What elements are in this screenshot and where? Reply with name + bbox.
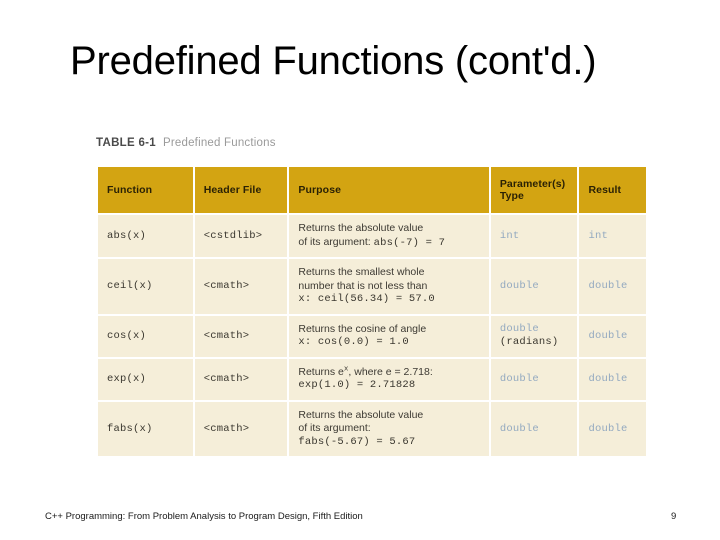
- column-header-result: Result: [579, 167, 646, 213]
- table-row: cos(x) <cmath> Returns the cosine of ang…: [98, 315, 646, 357]
- result-type-value: double: [588, 280, 628, 292]
- cell-parameter-type: int: [490, 215, 578, 257]
- purpose-text-fragment: , where e = 2.718:: [348, 365, 433, 378]
- purpose-text-fragment: Returns e: [298, 365, 344, 378]
- cell-parameter-type: double: [490, 358, 578, 400]
- header-file-name: <cmath>: [203, 280, 250, 292]
- parameter-type-value: double: [499, 280, 539, 292]
- purpose-line: Returns the smallest whole: [298, 266, 425, 278]
- parameter-type-value: double: [499, 322, 539, 335]
- parameter-type-value: int: [499, 229, 520, 242]
- page-title: Predefined Functions (cont'd.): [70, 39, 597, 83]
- cell-header-file: <cmath>: [194, 315, 288, 357]
- purpose-text-fragment: of its argument:: [298, 235, 374, 248]
- cell-header-file: <cmath>: [194, 358, 288, 400]
- cell-parameter-type: double: [490, 401, 578, 456]
- slide-footer: C++ Programming: From Problem Analysis t…: [45, 511, 363, 522]
- column-header-parameter-type-line2: Type: [499, 190, 524, 202]
- purpose-line: fabs(-5.67) = 5.67: [298, 435, 416, 448]
- cell-header-file: <cstdlib>: [194, 215, 288, 257]
- column-header-purpose: Purpose: [289, 167, 489, 213]
- table-caption: TABLE 6-1 Predefined Functions: [96, 136, 276, 150]
- function-signature: ceil(x): [107, 280, 153, 292]
- column-header-function: Function: [98, 167, 193, 213]
- parameter-type-value: double: [499, 372, 539, 385]
- purpose-line: number that is not less than: [298, 279, 428, 292]
- predefined-functions-table: Function Header File Purpose Parameter(s…: [96, 165, 648, 458]
- cell-purpose: Returns the absolute value of its argume…: [289, 215, 489, 257]
- function-signature: cos(x): [107, 329, 147, 342]
- cell-function: abs(x): [98, 215, 193, 257]
- purpose-code-fragment: abs(-7) = 7: [373, 236, 446, 249]
- cell-parameter-type: double: [490, 259, 578, 314]
- parameter-type-value: double: [499, 422, 539, 435]
- purpose-line: Returns the absolute value: [298, 222, 424, 234]
- cell-parameter-type: double (radians): [490, 315, 578, 357]
- header-file-name: <cstdlib>: [203, 229, 263, 242]
- result-type-value: double: [588, 422, 628, 435]
- purpose-line: x: cos(0.0) = 1.0: [298, 336, 409, 348]
- table-caption-label: TABLE 6-1: [96, 137, 156, 149]
- cell-result: double: [579, 358, 646, 400]
- cell-function: cos(x): [98, 315, 193, 357]
- cell-function: fabs(x): [98, 401, 193, 456]
- header-file-name: <cmath>: [203, 372, 250, 385]
- parameter-type-note: (radians): [499, 336, 559, 348]
- function-signature: abs(x): [107, 229, 147, 242]
- purpose-line: Returns the absolute value: [298, 408, 424, 421]
- function-signature: fabs(x): [107, 422, 153, 435]
- result-type-value: int: [588, 229, 608, 242]
- header-file-name: <cmath>: [203, 329, 250, 342]
- purpose-line: exp(1.0) = 2.71828: [298, 379, 416, 391]
- purpose-line: x: ceil(56.34) = 57.0: [298, 293, 435, 305]
- function-signature: exp(x): [107, 372, 147, 385]
- table-caption-title: Predefined Functions: [163, 137, 276, 149]
- cell-purpose: Returns ex, where e = 2.718: exp(1.0) = …: [289, 358, 489, 400]
- column-header-parameter-type: Parameter(s) Type: [490, 167, 578, 213]
- header-file-name: <cmath>: [203, 422, 250, 435]
- column-header-header-file: Header File: [194, 167, 288, 213]
- purpose-line: of its argument: abs(-7) = 7: [298, 236, 479, 251]
- table-header-row: Function Header File Purpose Parameter(s…: [98, 167, 646, 213]
- purpose-line: of its argument:: [298, 422, 371, 434]
- cell-function: exp(x): [98, 358, 193, 400]
- cell-purpose: Returns the absolute value of its argume…: [289, 401, 489, 456]
- cell-result: double: [579, 401, 646, 456]
- result-type-value: double: [588, 372, 628, 385]
- cell-function: ceil(x): [98, 259, 193, 314]
- page-number: 9: [671, 511, 677, 522]
- cell-result: int: [579, 215, 646, 257]
- table-row: exp(x) <cmath> Returns ex, where e = 2.7…: [98, 358, 646, 400]
- cell-result: double: [579, 259, 646, 314]
- table-row: fabs(x) <cmath> Returns the absolute val…: [98, 401, 646, 456]
- cell-purpose: Returns the smallest whole number that i…: [289, 259, 489, 314]
- cell-result: double: [579, 315, 646, 357]
- cell-purpose: Returns the cosine of angle x: cos(0.0) …: [289, 315, 489, 357]
- purpose-line: Returns ex, where e = 2.718:: [298, 365, 479, 380]
- cell-header-file: <cmath>: [194, 259, 288, 314]
- result-type-value: double: [588, 329, 628, 342]
- purpose-line: Returns the cosine of angle: [298, 322, 427, 335]
- cell-header-file: <cmath>: [194, 401, 288, 456]
- column-header-parameter-type-line1: Parameter(s): [499, 177, 566, 190]
- table-row: ceil(x) <cmath> Returns the smallest who…: [98, 259, 646, 314]
- table-row: abs(x) <cstdlib> Returns the absolute va…: [98, 215, 646, 257]
